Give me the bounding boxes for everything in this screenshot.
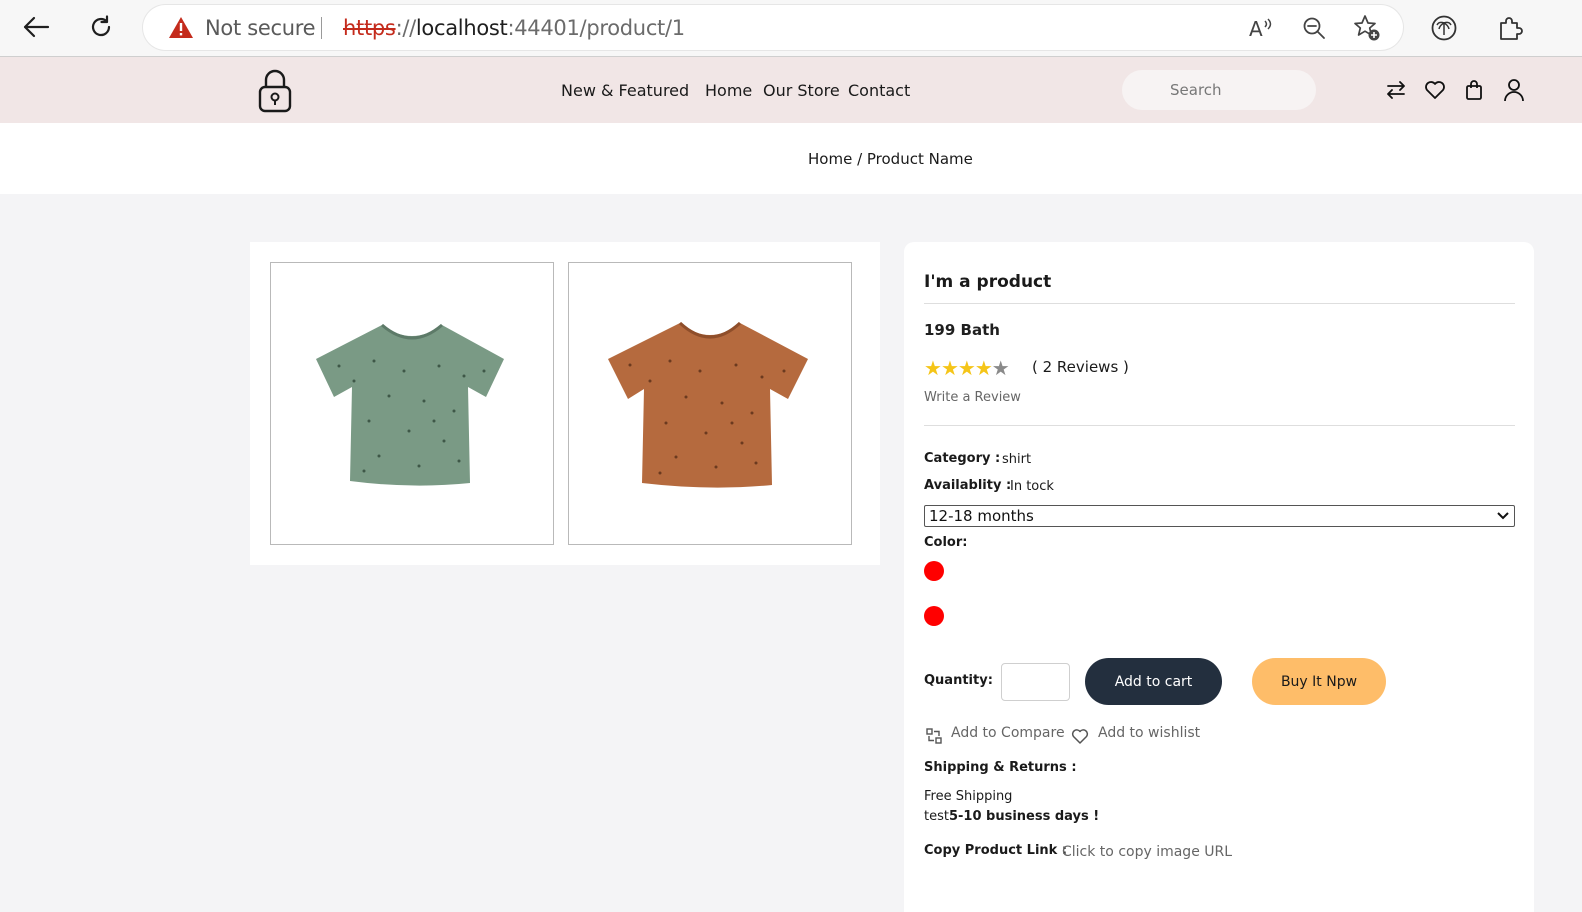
star-filled-icon: ★ [940, 358, 959, 380]
size-selected-value: 12-18 months [929, 507, 1034, 525]
heart-icon[interactable] [1070, 726, 1090, 746]
product-image-orange[interactable] [568, 262, 852, 545]
product-price: 199 Bath [924, 321, 1000, 339]
shipping-line-free: Free Shipping [924, 789, 1013, 804]
security-label[interactable]: Not secure [205, 16, 316, 40]
breadcrumb-home[interactable]: Home [808, 150, 852, 168]
user-icon[interactable] [1501, 77, 1527, 103]
svg-text:A: A [1249, 17, 1263, 40]
shipping-label: Shipping & Returns : [924, 760, 1077, 775]
rating-stars: ★★★★★ [924, 356, 1010, 381]
product-image-green[interactable] [270, 262, 554, 545]
add-to-wishlist-link[interactable]: Add to wishlist [1098, 725, 1200, 741]
search-input[interactable]: Search [1122, 70, 1316, 110]
star-filled-icon: ★ [924, 358, 942, 380]
availability-value: In tock [1010, 479, 1054, 494]
review-count: ( 2 Reviews ) [1032, 358, 1129, 376]
breadcrumb-separator: / [852, 150, 867, 168]
star-filled-icon: ★ [957, 358, 976, 380]
breadcrumb-current: Product Name [866, 150, 973, 168]
refresh-icon[interactable] [84, 10, 118, 44]
url-separator: :// [395, 16, 417, 40]
buy-now-button[interactable]: Buy It Npw [1252, 658, 1386, 705]
compare-icon[interactable] [924, 726, 944, 746]
color-swatch[interactable] [924, 561, 944, 581]
lock-logo-icon[interactable] [258, 69, 292, 118]
copy-link-label: Copy Product Link : [924, 843, 1068, 858]
nav-contact[interactable]: Contact [848, 81, 910, 100]
divider [924, 425, 1515, 426]
breadcrumb-bar: Home / Product Name [0, 123, 1582, 194]
star-filled-icon: ★ [974, 358, 993, 380]
write-review-link[interactable]: Write a Review [924, 390, 1021, 405]
color-swatch[interactable] [924, 606, 944, 626]
shipping-line-days: test5-10 business days ! [924, 809, 1099, 824]
address-divider [321, 17, 322, 39]
shipping-prefix: test [924, 809, 949, 824]
product-title: I'm a product [924, 272, 1052, 292]
add-to-compare-link[interactable]: Add to Compare [951, 725, 1065, 741]
quantity-label: Quantity: [924, 673, 993, 688]
breadcrumb: Home / Product Name [808, 150, 973, 168]
nav-new-featured[interactable]: New & Featured [561, 81, 689, 100]
copy-image-url-link[interactable]: Click to copy image URL [1062, 844, 1232, 860]
divider [924, 303, 1515, 304]
category-value: shirt [1002, 452, 1032, 467]
chevron-down-icon [1496, 508, 1510, 528]
product-details: I'm a product 199 Bath ★★★★★ ( 2 Reviews… [904, 242, 1534, 912]
add-favorite-icon[interactable] [1353, 14, 1381, 42]
nav-our-store[interactable]: Our Store [763, 81, 840, 100]
heart-icon[interactable] [1422, 77, 1448, 103]
product-gallery [250, 242, 880, 565]
add-to-cart-button[interactable]: Add to cart [1085, 658, 1222, 705]
url-path: :44401/product/1 [507, 16, 685, 40]
read-aloud-icon[interactable]: A [1247, 14, 1275, 42]
compare-icon[interactable] [1383, 77, 1409, 103]
color-label: Color: [924, 535, 968, 550]
extensions-icon[interactable] [1493, 11, 1527, 45]
zoom-out-icon[interactable] [1300, 14, 1328, 42]
category-label: Category : [924, 451, 1001, 466]
palm-extension-icon[interactable] [1427, 11, 1461, 45]
bag-icon[interactable] [1461, 77, 1487, 103]
url-host: localhost [415, 16, 508, 40]
url-text[interactable]: https://localhost:44401/product/1 [343, 16, 685, 40]
search-placeholder: Search [1170, 81, 1222, 99]
back-icon[interactable] [19, 10, 53, 44]
site-header: New & Featured Home Our Store Contact Se… [0, 57, 1582, 123]
availability-label: Availablity : [924, 478, 1012, 493]
address-bar[interactable]: Not secure https://localhost:44401/produ… [143, 5, 1403, 50]
warning-icon [168, 16, 194, 44]
quantity-input[interactable] [1001, 663, 1070, 701]
url-protocol: https [343, 16, 396, 40]
shipping-days: 5-10 business days ! [948, 809, 1100, 824]
star-empty-icon: ★ [991, 358, 1010, 380]
size-select[interactable]: 12-18 months [924, 505, 1515, 527]
browser-toolbar: Not secure https://localhost:44401/produ… [0, 0, 1582, 57]
nav-home[interactable]: Home [705, 81, 752, 100]
